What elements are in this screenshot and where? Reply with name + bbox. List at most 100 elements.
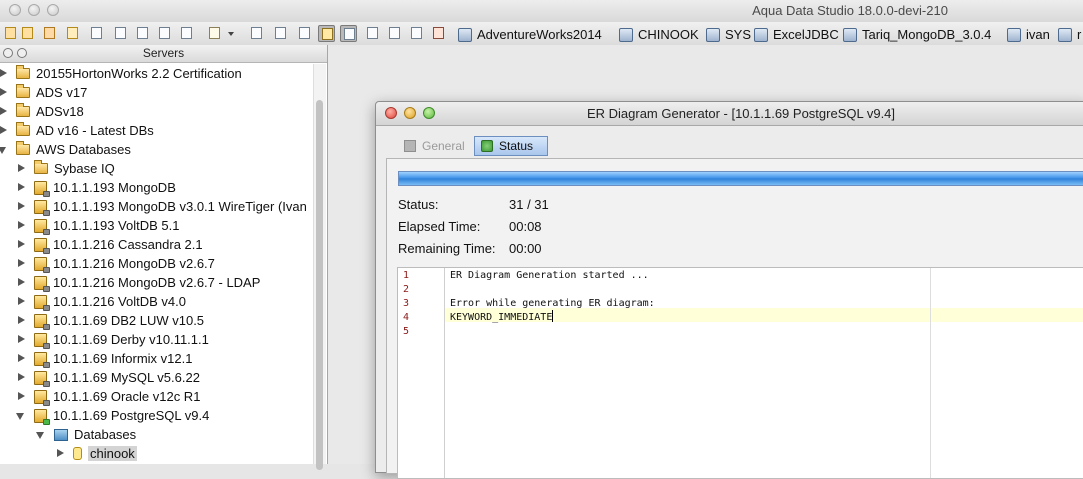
connection-sys[interactable]: SYS: [706, 26, 751, 43]
expand-arrow-icon[interactable]: [16, 159, 26, 178]
tree-scroll-thumb[interactable]: [316, 100, 323, 470]
toolbar-document-icon[interactable]: [206, 25, 223, 42]
line-number: 4: [403, 312, 410, 323]
expand-arrow-icon[interactable]: [16, 292, 26, 311]
tree-item[interactable]: 10.1.1.193 VoltDB 5.1: [16, 216, 312, 235]
remaining-value: 00:00: [509, 241, 542, 256]
expand-arrow-icon[interactable]: [16, 216, 26, 235]
tree-scrollbar[interactable]: [313, 64, 326, 470]
server-icon: [34, 351, 50, 368]
toolbar-grid-icon[interactable]: [248, 25, 265, 42]
elapsed-label: Elapsed Time:: [398, 219, 481, 234]
tree-item[interactable]: 10.1.1.69 MySQL v5.6.22: [16, 368, 312, 387]
toolbar-details-icon[interactable]: [386, 25, 403, 42]
line-number: 5: [403, 326, 410, 337]
tree-item[interactable]: ADS v17: [0, 83, 310, 102]
connection-overflow[interactable]: r: [1058, 26, 1081, 43]
tree-item[interactable]: Databases: [36, 425, 312, 444]
toolbar-register-server-icon[interactable]: [19, 25, 36, 42]
tree-item[interactable]: Sybase IQ: [16, 159, 312, 178]
tree-item[interactable]: 10.1.1.69 PostgreSQL v9.4: [16, 406, 312, 425]
tab-status[interactable]: Status: [474, 136, 548, 156]
tree-item[interactable]: 10.1.1.193 MongoDB: [16, 178, 312, 197]
general-tab-icon: [404, 140, 416, 152]
expand-arrow-icon[interactable]: [16, 349, 26, 368]
connection-exceljdbc[interactable]: ExcelJDBC: [754, 26, 839, 43]
elapsed-row: Elapsed Time: 00:08: [398, 219, 542, 234]
expand-arrow-icon[interactable]: [55, 444, 65, 463]
database-connection-icon: [706, 27, 720, 42]
tree-item[interactable]: 10.1.1.69 Oracle v12c R1: [16, 387, 312, 406]
toolbar-list-icon[interactable]: [364, 25, 381, 42]
connection-adventureworks2014[interactable]: AdventureWorks2014: [458, 26, 602, 43]
log-line: ER Diagram Generation started ...: [450, 270, 649, 281]
status-row: Status: 31 / 31: [398, 197, 549, 212]
expand-arrow-icon[interactable]: [0, 64, 8, 83]
dialog-tabs: General Status: [386, 136, 1076, 158]
tree-item[interactable]: 10.1.1.69 Derby v10.11.1.1: [16, 330, 312, 349]
tree-item[interactable]: 10.1.1.216 MongoDB v2.6.7 - LDAP: [16, 273, 312, 292]
expand-arrow-icon[interactable]: [0, 83, 8, 102]
tree-item[interactable]: AD v16 - Latest DBs: [0, 121, 310, 140]
expand-arrow-icon[interactable]: [16, 387, 26, 406]
tree-item[interactable]: 20155HortonWorks 2.2 Certification: [0, 64, 310, 83]
tree-item[interactable]: ADSv18: [0, 102, 310, 121]
tree-item[interactable]: chinook: [55, 444, 312, 463]
tree-item[interactable]: 10.1.1.69 DB2 LUW v10.5: [16, 311, 312, 330]
collapse-arrow-icon[interactable]: [0, 140, 8, 159]
toolbar-edit-server-icon[interactable]: [41, 25, 58, 42]
toolbar-er-diagram-icon[interactable]: [318, 25, 335, 42]
tree-item[interactable]: 10.1.1.216 Cassandra 2.1: [16, 235, 312, 254]
tree-item[interactable]: AWS Databases: [0, 140, 310, 159]
text-caret: [552, 310, 554, 322]
toolbar-tiles-icon[interactable]: [408, 25, 425, 42]
toolbar-search-icon[interactable]: [112, 25, 129, 42]
connection-chinook[interactable]: CHINOOK: [619, 26, 699, 43]
log-line-current: KEYWORD_IMMEDIATE: [450, 310, 554, 323]
toolbar-schema-icon[interactable]: [156, 25, 173, 42]
server-connected-icon: [34, 408, 50, 425]
log-editor[interactable]: 1 ER Diagram Generation started ... 2 3 …: [397, 267, 1083, 479]
toolbar-table-icon[interactable]: [178, 25, 195, 42]
toolbar-chart-icon[interactable]: [430, 25, 447, 42]
toolbar-compare-icon[interactable]: [134, 25, 151, 42]
toolbar-dropdown-icon[interactable]: [225, 25, 237, 42]
expand-arrow-icon[interactable]: [0, 121, 8, 140]
connection-tariq-mongodb[interactable]: Tariq_MongoDB_3.0.4: [843, 26, 991, 43]
window-minimize-button[interactable]: [28, 4, 40, 16]
servers-panel-title: Servers: [142, 46, 185, 60]
folder-icon: [34, 160, 48, 174]
expand-arrow-icon[interactable]: [16, 330, 26, 349]
tree-item[interactable]: 10.1.1.193 MongoDB v3.0.1 WireTiger (Iva…: [16, 197, 312, 216]
tab-general[interactable]: General: [398, 136, 476, 156]
collapse-arrow-icon[interactable]: [36, 425, 46, 444]
folder-icon: [16, 65, 30, 79]
tree-item[interactable]: 10.1.1.69 Informix v12.1: [16, 349, 312, 368]
window-close-button[interactable]: [9, 4, 21, 16]
expand-arrow-icon[interactable]: [0, 102, 8, 121]
folder-icon: [16, 84, 30, 98]
dialog-minimize-button[interactable]: [404, 107, 416, 119]
remaining-label: Remaining Time:: [398, 241, 496, 256]
expand-arrow-icon[interactable]: [16, 254, 26, 273]
collapse-arrow-icon[interactable]: [16, 406, 26, 425]
dialog-zoom-button[interactable]: [423, 107, 435, 119]
connection-ivan[interactable]: ivan: [1007, 26, 1050, 43]
expand-arrow-icon[interactable]: [16, 311, 26, 330]
expand-arrow-icon[interactable]: [16, 235, 26, 254]
tree-item[interactable]: 10.1.1.216 VoltDB v4.0: [16, 292, 312, 311]
toolbar-grid2-icon[interactable]: [272, 25, 289, 42]
er-diagram-dialog: ER Diagram Generator - [10.1.1.69 Postgr…: [375, 101, 1083, 479]
tree-item[interactable]: 10.1.1.216 MongoDB v2.6.7: [16, 254, 312, 273]
toolbar-connect-icon[interactable]: [2, 25, 19, 42]
expand-arrow-icon[interactable]: [16, 368, 26, 387]
dialog-close-button[interactable]: [385, 107, 397, 119]
expand-arrow-icon[interactable]: [16, 273, 26, 292]
toolbar-query-icon[interactable]: [88, 25, 105, 42]
toolbar-grid-view-icon[interactable]: [340, 25, 357, 42]
toolbar-wand-icon[interactable]: [64, 25, 81, 42]
expand-arrow-icon[interactable]: [16, 197, 26, 216]
window-zoom-button[interactable]: [47, 4, 59, 16]
expand-arrow-icon[interactable]: [16, 178, 26, 197]
toolbar-grid3-icon[interactable]: [296, 25, 313, 42]
